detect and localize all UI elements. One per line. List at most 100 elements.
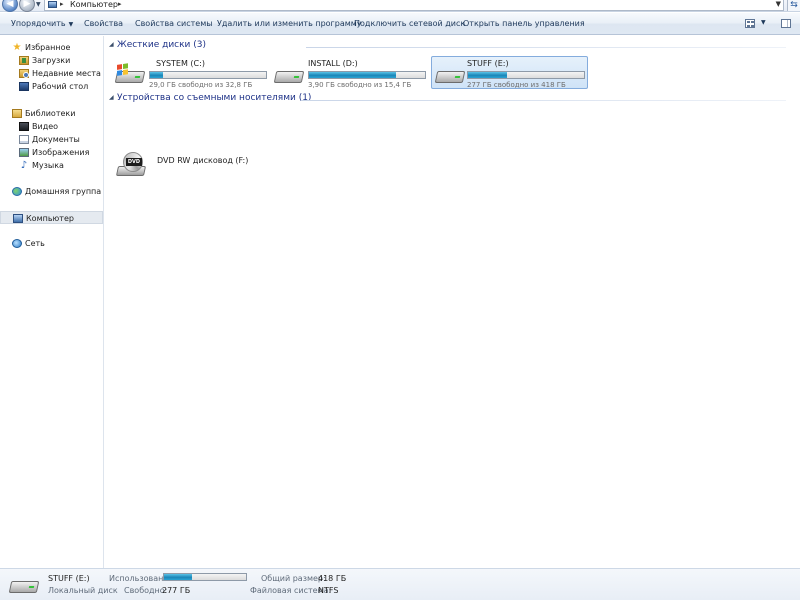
computer-icon [48,1,57,8]
drive-usage-fill [150,72,164,78]
details-total-label: Общий размер: [261,574,326,583]
drive-tile-c[interactable]: SYSTEM (C:) 29,0 ГБ свободно из 32,8 ГБ [111,56,267,89]
drive-usage-fill [468,72,508,78]
map-network-drive-button[interactable]: Подключить сетевой диск [354,13,465,35]
address-bar-row: ◀ ▶ ▼ ▸ Компьютер ▸ ▼ ⇆ [0,0,800,12]
sidebar-item-label: Домашняя группа [25,187,102,196]
details-total-value: 418 ГБ [318,574,347,583]
command-bar: Упорядочить ▼ Свойства Свойства системы У… [0,13,800,35]
content-area: ◢ Жесткие диски (3) ◢ Устройства со съем… [105,36,800,568]
group-title: Жесткие диски (3) [117,40,207,50]
drive-free-space: 29,0 ГБ свободно из 32,8 ГБ [149,81,253,89]
sidebar-item-label: Музыка [32,161,64,170]
drive-name: INSTALL (D:) [308,59,358,68]
details-free-label: Свободно: [124,586,168,595]
details-drive-type: Локальный диск [48,586,118,595]
uninstall-program-button[interactable]: Удалить или изменить программу [217,13,362,35]
address-dropdown-icon[interactable]: ▼ [776,0,781,8]
details-usage-fill [164,574,192,580]
drive-name: DVD RW дисковод (F:) [157,156,249,165]
sidebar-item-label: Сеть [25,239,45,248]
navigation-pane: ★ Избранное Загрузки Недавние места Рабо… [0,36,104,568]
change-view-icon[interactable] [745,19,755,28]
details-pane: STUFF (E:) Локальный диск Использовано: … [0,568,800,600]
pictures-icon [19,148,29,157]
sidebar-item-pictures[interactable]: Изображения [0,146,103,159]
chevron-down-icon: ▼ [68,21,74,28]
hard-drive-icon [434,64,466,86]
computer-icon [13,214,23,223]
drive-name: SYSTEM (C:) [156,59,205,68]
details-filesystem-value: NTFS [318,586,339,595]
hard-drive-icon [273,64,305,86]
music-icon: ♪ [20,160,28,171]
drive-free-space: 3,90 ГБ свободно из 15,4 ГБ [308,81,412,89]
homegroup-icon [12,187,22,196]
windows-drive-icon [114,63,146,86]
sidebar-item-label: Компьютер [26,214,74,223]
system-properties-button[interactable]: Свойства системы [135,13,213,35]
view-options-dropdown-icon[interactable]: ▼ [761,19,766,26]
recent-pages-dropdown-icon[interactable]: ▼ [36,1,41,8]
group-divider [306,47,786,48]
group-divider [301,100,786,101]
sidebar-item-recent-places[interactable]: Недавние места [0,67,103,80]
sidebar-item-label: Загрузки [32,56,71,65]
dvd-drive-icon: DVD [115,152,147,178]
video-icon [19,122,29,131]
preview-pane-icon[interactable] [781,19,791,28]
drive-free-space: 277 ГБ свободно из 418 ГБ [467,81,566,89]
dvd-badge: DVD [126,158,142,166]
sidebar-item-label: Изображения [32,148,90,157]
sidebar-item-documents[interactable]: Документы [0,133,103,146]
details-free-value: 277 ГБ [162,586,191,595]
sidebar-item-label: Видео [32,122,59,131]
sidebar-item-desktop[interactable]: Рабочий стол [0,80,103,93]
network-icon [12,239,22,248]
group-title: Устройства со съемными носителями (1) [117,93,312,103]
address-field[interactable]: ▸ Компьютер ▸ ▼ [44,0,784,11]
forward-button[interactable]: ▶ [19,0,35,12]
sidebar-item-label: Документы [32,135,80,144]
collapse-chevron-icon[interactable]: ◢ [109,94,114,101]
sidebar-item-favorites[interactable]: ★ Избранное [0,41,103,54]
drive-tile-e[interactable]: STUFF (E:) 277 ГБ свободно из 418 ГБ [431,56,588,89]
sidebar-item-label: Недавние места [32,69,101,78]
libraries-icon [12,109,22,118]
drive-name: STUFF (E:) [467,59,509,68]
breadcrumb-separator[interactable]: ▸ [60,0,64,8]
sidebar-item-music[interactable]: ♪ Музыка [0,159,103,172]
properties-button[interactable]: Свойства [84,13,123,35]
open-control-panel-button[interactable]: Открыть панель управления [463,13,585,35]
star-icon: ★ [12,42,22,53]
downloads-icon [19,56,29,65]
details-used-label: Использовано: [109,574,171,583]
desktop-icon [19,82,29,91]
drive-usage-fill [309,72,396,78]
back-button[interactable]: ◀ [2,0,18,12]
sidebar-item-libraries[interactable]: Библиотеки [0,107,103,120]
drive-usage-bar [149,71,267,79]
recent-places-icon [19,69,29,78]
organize-button[interactable]: Упорядочить ▼ [11,13,73,35]
sidebar-item-network[interactable]: Сеть [0,237,103,250]
documents-icon [19,135,29,144]
drive-usage-bar [308,71,426,79]
hard-drive-icon [8,577,40,597]
sidebar-item-downloads[interactable]: Загрузки [0,54,103,67]
sidebar-item-computer[interactable]: Компьютер [0,211,103,224]
sidebar-item-video[interactable]: Видео [0,120,103,133]
details-drive-name: STUFF (E:) [48,574,90,583]
sidebar-item-label: Библиотеки [25,109,76,118]
breadcrumb-separator[interactable]: ▸ [118,0,122,8]
drive-tile-f[interactable]: DVD DVD RW дисковод (F:) [113,148,293,180]
drive-tile-d[interactable]: INSTALL (D:) 3,90 ГБ свободно из 15,4 ГБ [270,56,426,89]
sidebar-item-label: Избранное [25,43,71,52]
sidebar-item-homegroup[interactable]: Домашняя группа [0,185,103,198]
drive-usage-bar [467,71,585,79]
sidebar-item-label: Рабочий стол [32,82,89,91]
collapse-chevron-icon[interactable]: ◢ [109,41,114,48]
breadcrumb-computer[interactable]: Компьютер [70,0,118,10]
organize-label: Упорядочить [11,19,66,28]
refresh-icon[interactable]: ⇆ [787,0,800,11]
